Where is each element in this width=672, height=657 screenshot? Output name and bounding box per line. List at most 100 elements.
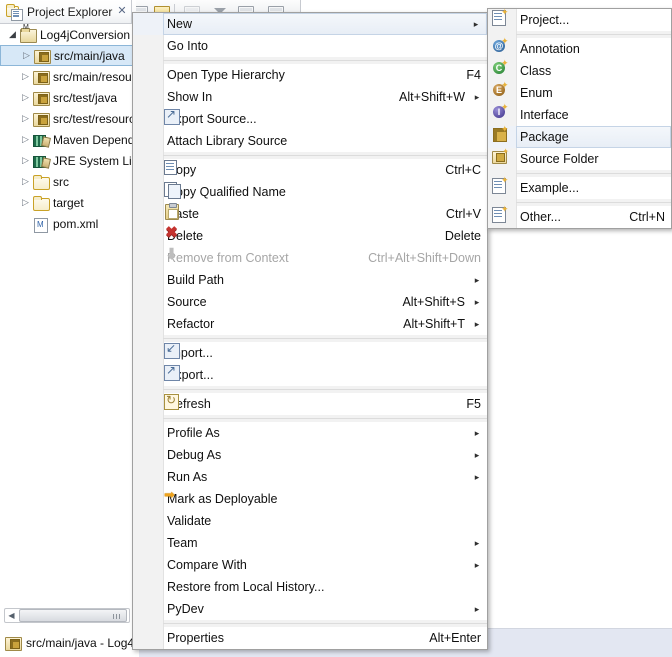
eclipse-workbench: Project Explorer ✕ ◢ Log4jConversion ▷ src/… (0, 0, 672, 657)
tree-item-src-main-resources[interactable]: ▷ src/main/resources (0, 66, 135, 87)
scroll-left-icon[interactable]: ◀ (5, 609, 18, 622)
menu-separator (133, 386, 487, 393)
menu-separator (488, 31, 671, 38)
menu-item-team[interactable]: Team ▸ (133, 532, 487, 554)
menu-item-export-source[interactable]: Export Source... (133, 107, 487, 130)
tree-item-src-test-resources[interactable]: ▷ src/test/resources (0, 108, 135, 129)
close-icon[interactable]: ✕ (117, 6, 126, 17)
folder-icon (32, 174, 50, 190)
tree-item-src-main-java[interactable]: ▷ src/main/java (0, 45, 135, 66)
menu-item-delete[interactable]: ✖ Delete Delete (133, 225, 487, 247)
menu-item-debug-as[interactable]: Debug As ▸ (133, 444, 487, 466)
submenu-arrow-icon: ▸ (474, 559, 480, 570)
menu-item-export[interactable]: Export... (133, 363, 487, 386)
menu-item-label: Compare With (167, 558, 247, 572)
menu-item-show-in[interactable]: Show In Alt+Shift+W ▸ (133, 86, 487, 108)
menu-item-shortcut: Alt+Shift+W (399, 90, 465, 104)
tree-item-src-test-java[interactable]: ▷ src/test/java (0, 87, 135, 108)
menu-item-label: Package (520, 130, 569, 144)
chevron-right-icon[interactable]: ▷ (19, 93, 32, 102)
menu-item-refresh[interactable]: RefreshF5 (133, 393, 487, 415)
new-submenu[interactable]: ✦ Project... @ ✦ Annotation C ✦ Class E ✦ Enum I ✦ In… (487, 8, 672, 229)
context-menu[interactable]: New ▸ Go Into Open Type Hierarchy F4 Show In A… (132, 12, 488, 650)
copy-icon (163, 159, 180, 175)
tree-item-label: target (53, 195, 84, 210)
menu-item-shortcut: F4 (466, 68, 481, 82)
export-source-icon (163, 107, 180, 125)
menu-item-refactor[interactable]: Refactor Alt+Shift+T ▸ (133, 313, 487, 335)
menu-item-attach-library-source[interactable]: Attach Library Source (133, 130, 487, 152)
menu-item-build-path[interactable]: Build Path ▸ (133, 269, 487, 291)
refresh-icon (163, 393, 180, 410)
menu-item-run-as[interactable]: Run As ▸ (133, 466, 487, 488)
menu-item-new[interactable]: New ▸ (133, 13, 487, 35)
tree-item-target[interactable]: ▷ target (0, 192, 135, 213)
menu-item-label: New (167, 17, 193, 31)
chevron-right-icon[interactable]: ◢ (6, 30, 19, 39)
menu-item-label: Open Type Hierarchy (167, 68, 285, 82)
menu-item-remove-from-context: ⬇ Remove from Context Ctrl+Alt+Shift+Down (133, 247, 487, 269)
new-interface-icon: I ✦ (491, 103, 509, 120)
menu-item-other[interactable]: ✦ Other... Ctrl+N (488, 205, 671, 228)
tab-project-explorer[interactable]: Project Explorer ✕ (0, 0, 132, 24)
scrollbar-thumb[interactable] (19, 609, 127, 622)
menu-item-label: Run As (167, 470, 208, 484)
chevron-right-icon[interactable]: ▷ (19, 114, 32, 123)
project-explorer-icon (5, 3, 23, 21)
menu-item-import[interactable]: Import... (133, 341, 487, 364)
menu-item-interface[interactable]: I ✦ Interface (488, 103, 671, 126)
menu-item-restore-from-local-history[interactable]: Restore from Local History... (133, 576, 487, 598)
menu-item-properties[interactable]: Properties Alt+Enter (133, 627, 487, 649)
menu-item-open-type-hierarchy[interactable]: Open Type Hierarchy F4 (133, 64, 487, 86)
menu-item-label: Enum (520, 86, 553, 100)
menu-item-label: Project... (520, 13, 570, 27)
menu-item-shortcut: Ctrl+Alt+Shift+Down (368, 251, 481, 265)
tree-item-maven-dependencies[interactable]: ▷ Maven Dependencies (0, 129, 135, 150)
menu-item-project[interactable]: ✦ Project... (488, 8, 671, 31)
menu-item-label: Validate (167, 514, 212, 528)
menu-item-copy[interactable]: Copy Ctrl+C (133, 159, 487, 181)
menu-item-pydev[interactable]: PyDev ▸ (133, 598, 487, 620)
chevron-right-icon[interactable]: ▷ (20, 51, 33, 60)
menu-item-source-folder[interactable]: Source Folder (488, 147, 671, 170)
menu-item-package[interactable]: ✦ Package (488, 125, 671, 148)
tree-item-log4jconversion[interactable]: ◢ Log4jConversion (0, 24, 135, 45)
project-tree[interactable]: ◢ Log4jConversion ▷ src/main/java ▷ src/main/… (0, 24, 136, 604)
source-package-icon (32, 90, 50, 106)
menu-item-go-into[interactable]: Go Into (133, 35, 487, 57)
menu-separator (133, 335, 487, 342)
chevron-right-icon[interactable]: ▷ (19, 72, 32, 81)
tree-item-jre-system-library[interactable]: ▷ JRE System Library (0, 150, 135, 171)
tree-horizontal-scrollbar[interactable]: ◀ (0, 604, 136, 628)
tree-item-src[interactable]: ▷ src (0, 171, 135, 192)
chevron-right-icon[interactable]: ▷ (19, 156, 32, 165)
paste-icon (163, 203, 180, 220)
menu-item-shortcut: Delete (444, 229, 481, 243)
menu-item-enum[interactable]: E ✦ Enum (488, 81, 671, 104)
menu-item-source[interactable]: Source Alt+Shift+S ▸ (133, 291, 487, 313)
menu-item-annotation[interactable]: @ ✦ Annotation (488, 37, 671, 60)
submenu-arrow-icon: ▸ (474, 91, 480, 102)
submenu-arrow-icon: ▸ (474, 274, 480, 285)
submenu-arrow-icon: ▸ (474, 427, 480, 438)
menu-item-class[interactable]: C ✦ Class (488, 59, 671, 82)
menu-separator (488, 199, 671, 206)
menu-item-shortcut: Ctrl+V (445, 207, 481, 221)
tree-item-pom-xml[interactable]: pom.xml (0, 213, 135, 234)
copy-qualified-name-icon (163, 181, 181, 199)
menu-item-label: PyDev (167, 602, 204, 616)
menu-item-example[interactable]: ✦ Example... (488, 176, 671, 199)
menu-separator (488, 170, 671, 177)
chevron-right-icon[interactable]: ▷ (19, 177, 32, 186)
menu-item-paste[interactable]: Paste Ctrl+V (133, 203, 487, 225)
menu-item-compare-with[interactable]: Compare With ▸ (133, 554, 487, 576)
menu-item-profile-as[interactable]: Profile As ▸ (133, 422, 487, 444)
menu-item-label: Copy Qualified Name (167, 185, 286, 199)
menu-item-label: Other... (520, 210, 561, 224)
menu-item-copy-qualified-name[interactable]: Copy Qualified Name (133, 181, 487, 203)
menu-item-mark-as-deployable[interactable]: Mark as Deployable (133, 488, 487, 510)
submenu-arrow-icon: ▸ (474, 603, 480, 614)
chevron-right-icon[interactable]: ▷ (19, 198, 32, 207)
chevron-right-icon[interactable]: ▷ (19, 135, 32, 144)
menu-item-validate[interactable]: Validate (133, 510, 487, 532)
